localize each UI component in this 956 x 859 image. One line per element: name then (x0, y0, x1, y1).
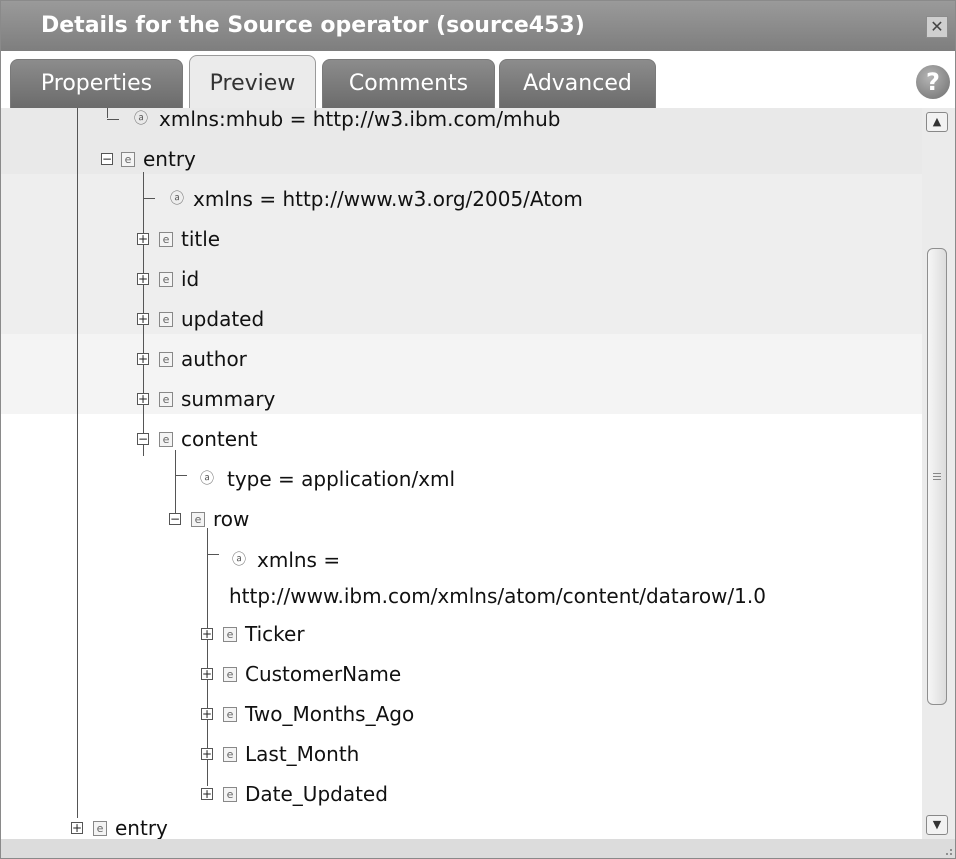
scroll-down-button[interactable]: ▼ (926, 815, 948, 835)
tree-node-label-continuation: http://www.ibm.com/xmlns/atom/content/da… (229, 584, 766, 608)
element-icon: e (223, 667, 237, 682)
status-bar (1, 839, 955, 858)
tree-node-label: Last_Month (245, 742, 360, 766)
vertical-scrollbar[interactable]: ▲ ▼ (922, 108, 955, 839)
tree-node-label: entry (143, 147, 196, 171)
element-icon: e (159, 272, 173, 287)
tab-strip: Properties Preview Comments Advanced (1, 51, 955, 108)
element-icon: e (223, 627, 237, 642)
tree-node-label: Date_Updated (245, 782, 388, 806)
attribute-icon: ⓐ (200, 471, 214, 487)
help-icon[interactable]: ? (916, 65, 950, 99)
dialog-titlebar[interactable]: Details for the Source operator (source4… (1, 1, 955, 51)
expand-icon[interactable]: + (201, 668, 213, 680)
expand-icon[interactable]: + (137, 313, 149, 325)
element-icon: e (121, 152, 135, 167)
close-icon: ✕ (930, 17, 944, 36)
element-icon: e (159, 312, 173, 327)
tree-node-label: Two_Months_Ago (245, 702, 415, 726)
tree-node-label: summary (181, 387, 276, 411)
tree-node-label: entry (115, 816, 168, 839)
attribute-icon: ⓐ (134, 111, 148, 127)
element-icon: e (159, 392, 173, 407)
expand-icon[interactable]: + (201, 628, 213, 640)
tree-node-label: type = application/xml (227, 467, 456, 491)
scroll-down-icon: ▼ (932, 818, 942, 831)
expand-icon[interactable]: + (201, 708, 213, 720)
tab-comments[interactable]: Comments (322, 59, 495, 108)
element-icon: e (159, 232, 173, 247)
expand-icon[interactable]: + (71, 822, 83, 834)
expand-icon[interactable]: + (137, 233, 149, 245)
tree-node-label: row (213, 507, 250, 531)
tree-node-label: author (181, 347, 247, 371)
tab-properties[interactable]: Properties (10, 59, 183, 108)
resize-grip-icon[interactable] (941, 844, 953, 856)
tree-node-label: xmlns:mhub = http://w3.ibm.com/mhub (159, 108, 561, 131)
expand-icon[interactable]: + (137, 353, 149, 365)
scroll-up-button[interactable]: ▲ (926, 112, 948, 132)
collapse-icon[interactable]: − (169, 513, 181, 525)
tab-advanced[interactable]: Advanced (499, 59, 656, 108)
scroll-up-icon: ▲ (932, 115, 942, 128)
expand-icon[interactable]: + (137, 393, 149, 405)
dialog-title: Details for the Source operator (source4… (41, 13, 585, 38)
expand-icon[interactable]: + (201, 748, 213, 760)
expand-icon[interactable]: + (201, 788, 213, 800)
collapse-icon[interactable]: − (101, 153, 113, 165)
tree-node-label: xmlns = (257, 548, 341, 572)
attribute-icon: ⓐ (170, 191, 184, 207)
tree-node-label: id (181, 267, 200, 291)
element-icon: e (159, 352, 173, 367)
close-button[interactable]: ✕ (926, 16, 948, 38)
source-operator-details-dialog: Details for the Source operator (source4… (0, 0, 956, 859)
tree-node-label: xmlns = http://www.w3.org/2005/Atom (193, 187, 583, 211)
element-icon: e (93, 821, 107, 836)
tree-node-label: title (181, 227, 221, 251)
tree-node-label: updated (181, 307, 265, 331)
expand-icon[interactable]: + (137, 273, 149, 285)
element-icon: e (223, 787, 237, 802)
tree-node-label: Ticker (245, 622, 305, 646)
attribute-icon: ⓐ (232, 552, 246, 568)
collapse-icon[interactable]: − (137, 433, 149, 445)
tree-node-label: CustomerName (245, 662, 402, 686)
element-icon: e (223, 747, 237, 762)
xml-preview-tree: ⓐ xmlns:mhub = http://w3.ibm.com/mhub − … (1, 108, 922, 839)
element-icon: e (223, 707, 237, 722)
tree-node-label: content (181, 427, 258, 451)
scroll-thumb[interactable] (927, 248, 947, 705)
tab-preview[interactable]: Preview (189, 55, 316, 108)
element-icon: e (159, 432, 173, 447)
element-icon: e (191, 512, 205, 527)
